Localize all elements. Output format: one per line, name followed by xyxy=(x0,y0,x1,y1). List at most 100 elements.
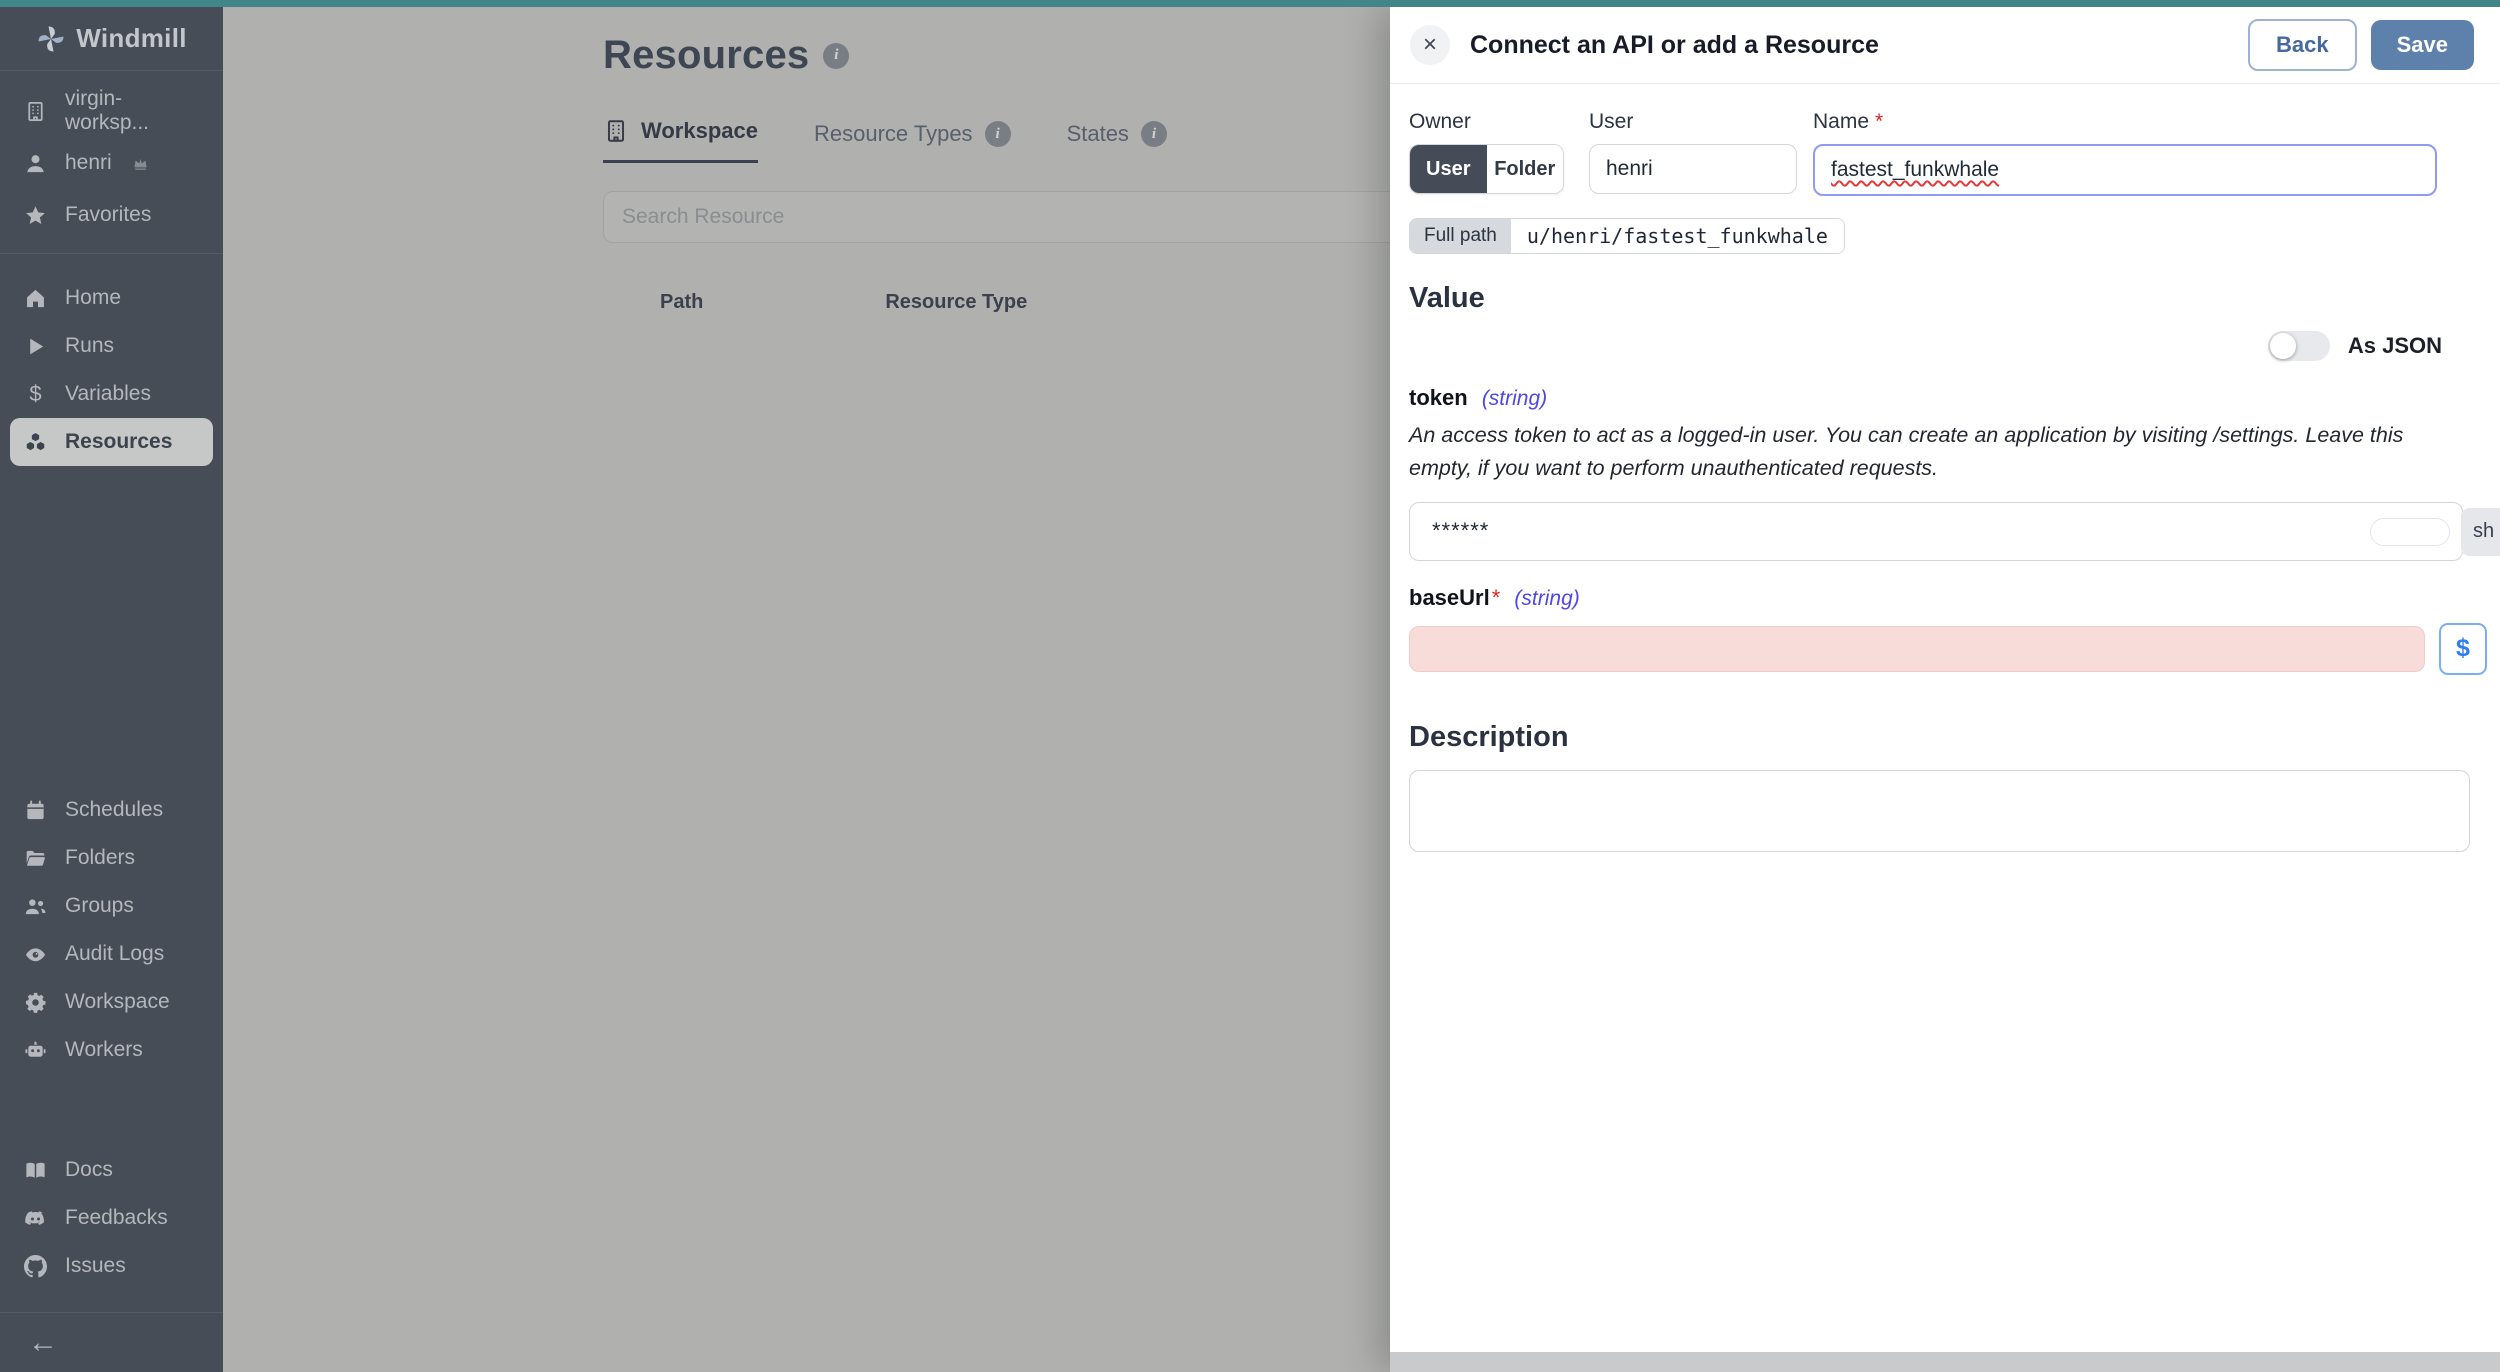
sidebar-gap xyxy=(0,1080,223,1132)
save-button[interactable]: Save xyxy=(2371,20,2474,70)
column-header-path: Path xyxy=(660,291,703,314)
owner-toggle: User Folder xyxy=(1409,144,1564,194)
owner-user-input[interactable] xyxy=(1589,144,1797,194)
sidebar-spacer xyxy=(0,472,223,772)
robot-icon xyxy=(24,1039,47,1062)
required-asterisk: * xyxy=(1492,585,1501,610)
value-section-heading: Value xyxy=(1409,282,2500,315)
sidebar-item-runs[interactable]: Runs xyxy=(10,322,213,370)
play-icon xyxy=(24,335,47,358)
user-icon xyxy=(24,152,47,175)
info-icon[interactable]: i xyxy=(823,43,849,69)
info-icon: i xyxy=(1141,121,1167,147)
tab-resource-types-label: Resource Types xyxy=(814,121,973,147)
full-path-display: Full path u/henri/fastest_funkwhale xyxy=(1409,218,1845,254)
sidebar-item-workspace-settings[interactable]: Workspace xyxy=(10,978,213,1026)
description-textarea[interactable] xyxy=(1409,770,2470,852)
tab-resource-types[interactable]: Resource Types i xyxy=(814,121,1011,163)
gear-icon xyxy=(24,991,47,1014)
tab-states-label: States xyxy=(1067,121,1129,147)
folders-label: Folders xyxy=(65,846,135,870)
full-path-value: u/henri/fastest_funkwhale xyxy=(1511,219,1844,253)
building-icon xyxy=(24,100,47,123)
sidebar-item-workers[interactable]: Workers xyxy=(10,1026,213,1074)
token-input[interactable]: ****** sh xyxy=(1409,502,2463,561)
schedules-label: Schedules xyxy=(65,798,163,822)
windmill-logo-text: Windmill xyxy=(76,23,187,54)
as-json-toggle[interactable] xyxy=(2268,331,2330,361)
calendar-icon xyxy=(24,799,47,822)
top-accent-bar xyxy=(0,0,2500,7)
drawer-body: Owner User Folder User Name* fastest_fun xyxy=(1390,84,2500,1372)
baseurl-field-label: baseUrl* (string) xyxy=(1409,585,2500,611)
token-reveal-toggle[interactable] xyxy=(2370,518,2450,546)
home-label: Home xyxy=(65,286,121,310)
show-token-button[interactable]: sh xyxy=(2461,508,2500,556)
toggle-knob xyxy=(2270,333,2296,359)
required-asterisk: * xyxy=(1875,110,1883,133)
tab-workspace-label: Workspace xyxy=(641,118,758,144)
discord-icon xyxy=(24,1207,47,1230)
token-masked-value: ****** xyxy=(1432,518,1489,544)
variables-label: Variables xyxy=(65,382,151,406)
windmill-logo[interactable]: Windmill xyxy=(0,7,223,71)
folder-icon xyxy=(24,847,47,870)
sidebar-admin-nav: Schedules Folders Groups xyxy=(0,772,223,1080)
as-json-row: As JSON xyxy=(1409,331,2466,361)
sidebar-item-favorites[interactable]: Favorites xyxy=(10,189,213,241)
baseurl-input[interactable] xyxy=(1409,626,2425,672)
token-field-type: (string) xyxy=(1482,387,1547,410)
github-icon xyxy=(24,1255,47,1278)
sidebar-item-feedbacks[interactable]: Feedbacks xyxy=(10,1194,213,1242)
sidebar-item-user[interactable]: henri xyxy=(10,137,213,189)
sidebar-help-nav: Docs Feedbacks Issues xyxy=(0,1132,223,1296)
sidebar-item-issues[interactable]: Issues xyxy=(10,1242,213,1290)
sidebar-primary-nav: Home Runs $ Variables Resources xyxy=(0,260,223,472)
full-path-badge: Full path xyxy=(1410,219,1511,253)
sidebar-item-schedules[interactable]: Schedules xyxy=(10,786,213,834)
baseurl-field-name: baseUrl xyxy=(1409,585,1490,610)
docs-label: Docs xyxy=(65,1158,113,1182)
sidebar-divider xyxy=(0,253,223,254)
resource-name-input[interactable]: fastest_funkwhale xyxy=(1813,144,2437,196)
sidebar-item-groups[interactable]: Groups xyxy=(10,882,213,930)
workspace-name: virgin-worksp... xyxy=(65,87,199,135)
windmill-logo-icon xyxy=(36,24,66,54)
sidebar-item-folders[interactable]: Folders xyxy=(10,834,213,882)
variable-picker-button[interactable]: $ xyxy=(2439,623,2487,675)
horizontal-scrollbar[interactable] xyxy=(1390,1352,2500,1372)
building-icon xyxy=(603,118,629,144)
back-button[interactable]: Back xyxy=(2248,19,2357,71)
sidebar-item-resources[interactable]: Resources xyxy=(10,418,213,466)
page-title: Resources xyxy=(603,33,809,78)
tab-states[interactable]: States i xyxy=(1067,121,1167,163)
token-field-name: token xyxy=(1409,385,1468,410)
sidebar-item-workspace-switcher[interactable]: virgin-worksp... xyxy=(10,85,213,137)
owner-option-user[interactable]: User xyxy=(1410,145,1487,193)
sidebar: Windmill virgin-worksp... henri xyxy=(0,7,223,1372)
close-icon[interactable]: × xyxy=(1410,25,1450,65)
boxes-icon xyxy=(24,431,47,454)
username: henri xyxy=(65,151,112,175)
groups-label: Groups xyxy=(65,894,134,918)
favorites-label: Favorites xyxy=(65,203,151,227)
eye-icon xyxy=(24,943,47,966)
resources-label: Resources xyxy=(65,430,172,454)
collapse-sidebar-icon[interactable]: ← xyxy=(28,1328,58,1358)
info-icon: i xyxy=(985,121,1011,147)
crown-icon xyxy=(132,155,149,172)
sidebar-item-home[interactable]: Home xyxy=(10,274,213,322)
owner-option-folder[interactable]: Folder xyxy=(1487,145,1564,193)
workspace-settings-label: Workspace xyxy=(65,990,170,1014)
sidebar-item-variables[interactable]: $ Variables xyxy=(10,370,213,418)
issues-label: Issues xyxy=(65,1254,126,1278)
sidebar-item-docs[interactable]: Docs xyxy=(10,1146,213,1194)
dollar-icon: $ xyxy=(24,381,47,407)
as-json-label: As JSON xyxy=(2348,333,2442,359)
users-icon xyxy=(24,895,47,918)
tab-workspace[interactable]: Workspace xyxy=(603,118,758,163)
sidebar-item-audit-logs[interactable]: Audit Logs xyxy=(10,930,213,978)
drawer-title: Connect an API or add a Resource xyxy=(1470,31,1879,60)
column-header-resource-type: Resource Type xyxy=(885,291,1027,314)
book-icon xyxy=(24,1159,47,1182)
